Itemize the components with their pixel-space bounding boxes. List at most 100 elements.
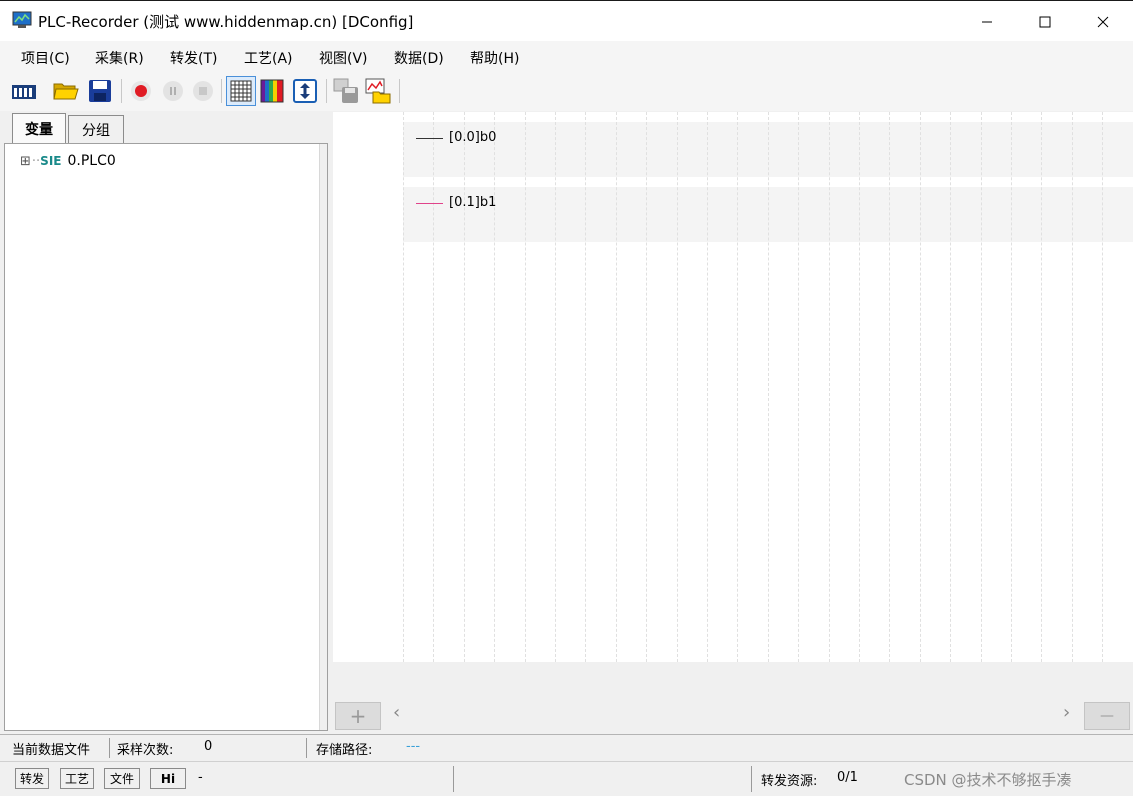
chart-gridline: [920, 112, 921, 662]
chart-gridline: [889, 112, 890, 662]
chart-folder-button[interactable]: [365, 78, 391, 104]
chart-folder-icon: [365, 78, 391, 104]
hi-status-box: Hi: [150, 768, 186, 789]
sample-count-label: 采样次数:: [117, 743, 174, 758]
toolbar: [0, 71, 1133, 111]
chart-gridline: [950, 112, 951, 662]
chart-gridline: [707, 112, 708, 662]
open-folder-icon: [53, 83, 79, 100]
color-palette-icon: [260, 79, 284, 103]
chart-gridline: [433, 112, 434, 662]
chart-gridline: [677, 112, 678, 662]
expand-icon[interactable]: ⊞: [20, 154, 31, 169]
toolbar-separator: [326, 79, 327, 103]
vertical-resize-icon: [293, 79, 317, 103]
variable-tree: ⊞ ·· SIE 0.PLC0: [4, 143, 328, 731]
forward-resource-value: 0/1: [837, 770, 858, 785]
watermark: CSDN @技术不够抠手凑: [904, 771, 1072, 789]
maximize-button[interactable]: [1016, 1, 1074, 42]
scroll-left-icon[interactable]: ‹: [393, 702, 400, 723]
menu-bar: 项目(C) 采集(R) 转发(T) 工艺(A) 视图(V) 数据(D) 帮助(H…: [0, 41, 1133, 71]
toolbar-separator: [121, 79, 122, 103]
toolbar-separator: [221, 79, 222, 103]
legend-label-b0: [0.0]b0: [449, 130, 497, 145]
stop-icon: [193, 81, 213, 101]
forward-status-box: 转发: [15, 768, 49, 789]
menu-help[interactable]: 帮助(H): [470, 48, 519, 68]
remove-chart-button[interactable]: —: [1084, 702, 1130, 730]
chart-gridline: [1102, 112, 1103, 662]
chart-gridline: [737, 112, 738, 662]
chart-gridline: [859, 112, 860, 662]
chart-gridline: [616, 112, 617, 662]
legend-label-b1: [0.1]b1: [449, 195, 497, 210]
legend-swatch-b1: [416, 203, 443, 204]
chart-gridline: [525, 112, 526, 662]
chart-gridline: [981, 112, 982, 662]
status-dash: -: [198, 770, 203, 785]
left-panel-tabs: 变量 分组: [4, 112, 330, 144]
siemens-icon: SIE: [40, 154, 62, 168]
chart-gridline: [1041, 112, 1042, 662]
title-bar: PLC-Recorder (测试 www.hiddenmap.cn) [DCon…: [0, 0, 1133, 41]
menu-view[interactable]: 视图(V): [319, 48, 368, 68]
chart-footer: [333, 662, 1133, 700]
chart-gridline: [1011, 112, 1012, 662]
save-data-button[interactable]: [333, 78, 359, 104]
current-file-label: 当前数据文件: [12, 743, 91, 758]
grid-icon: [230, 80, 252, 102]
menu-data[interactable]: 数据(D): [394, 48, 444, 68]
app-icon: [12, 11, 32, 28]
chart-gridline: [768, 112, 769, 662]
grid-toggle-button[interactable]: [226, 76, 256, 106]
minimize-button[interactable]: [958, 1, 1016, 42]
chart-gridline: [798, 112, 799, 662]
status-divider: [453, 766, 454, 792]
tree-item-label: 0.PLC0: [67, 153, 116, 169]
status-bar-bottom: 转发 工艺 文件 Hi - 转发资源: 0/1 CSDN @技术不够抠手凑: [0, 761, 1133, 796]
save-icon: [89, 80, 111, 102]
menu-process[interactable]: 工艺(A): [244, 48, 293, 68]
open-button[interactable]: [53, 78, 79, 104]
tab-groups[interactable]: 分组: [68, 115, 124, 143]
close-icon: [1097, 16, 1109, 27]
chart-gridline: [555, 112, 556, 662]
tree-item-plc0[interactable]: ⊞ ·· SIE 0.PLC0: [20, 153, 116, 169]
record-icon: [131, 81, 151, 101]
chart-gridline: [1072, 112, 1073, 662]
sample-count-value: 0: [204, 739, 213, 754]
forward-resource-label: 转发资源:: [761, 774, 818, 789]
tab-variables[interactable]: 变量: [12, 113, 66, 143]
status-divider: [306, 738, 307, 758]
toolbar-separator: [399, 79, 400, 103]
chart-area[interactable]: [0.0]b0 [0.1]b1: [333, 112, 1133, 662]
storage-path-label: 存储路径:: [316, 743, 373, 758]
menu-project[interactable]: 项目(C): [21, 48, 70, 68]
legend-swatch-b0: [416, 138, 443, 139]
chart-gridline: [829, 112, 830, 662]
status-divider: [109, 738, 110, 758]
menu-acquire[interactable]: 采集(R): [95, 48, 144, 68]
plc-device-icon: [12, 85, 36, 99]
menu-forward[interactable]: 转发(T): [170, 48, 217, 68]
vertical-resize-button[interactable]: [292, 78, 318, 104]
save-button[interactable]: [87, 78, 113, 104]
color-palette-button[interactable]: [259, 78, 285, 104]
chart-scrollbar[interactable]: + ‹ › —: [333, 700, 1133, 731]
save-data-icon: [333, 78, 358, 103]
pause-icon: [163, 81, 183, 101]
chart-gridline: [585, 112, 586, 662]
stop-button[interactable]: [190, 78, 216, 104]
chart-gridline: [646, 112, 647, 662]
scroll-right-icon[interactable]: ›: [1063, 702, 1070, 723]
close-button[interactable]: [1074, 1, 1132, 42]
tree-scrollbar[interactable]: [319, 144, 327, 730]
window-title: PLC-Recorder (测试 www.hiddenmap.cn) [DCon…: [38, 13, 414, 31]
pause-button[interactable]: [160, 78, 186, 104]
maximize-icon: [1039, 16, 1051, 27]
status-bar-top: 当前数据文件 采样次数: 0 存储路径: ---: [0, 734, 1133, 761]
plc-device-button[interactable]: [11, 78, 37, 104]
add-chart-button[interactable]: +: [335, 702, 381, 730]
status-divider: [751, 766, 752, 792]
record-button[interactable]: [128, 78, 154, 104]
